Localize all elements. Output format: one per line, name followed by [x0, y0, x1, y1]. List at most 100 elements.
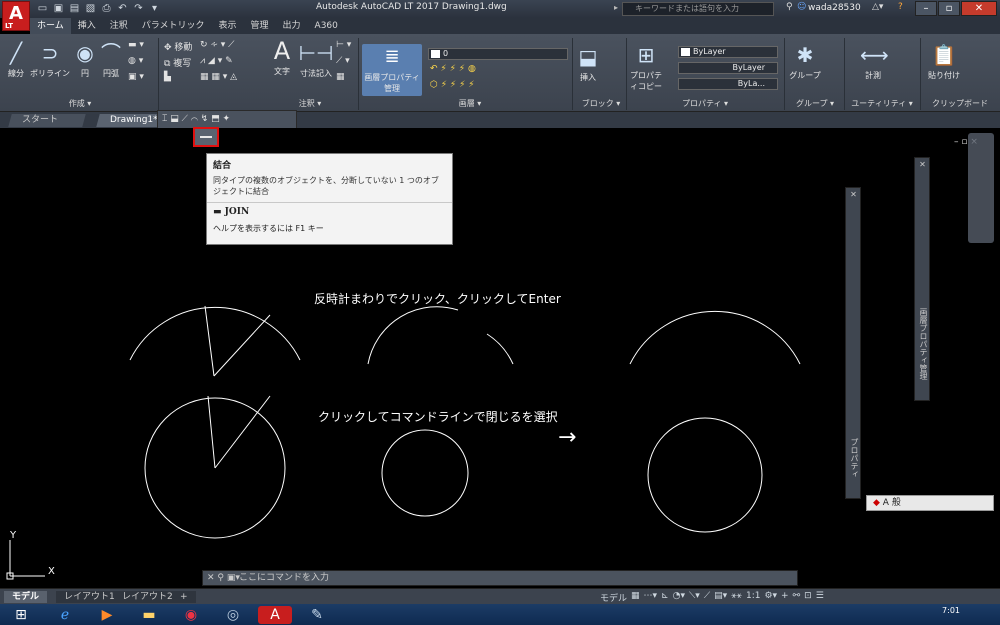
circle-button[interactable]: ◉ 円: [74, 40, 96, 79]
layer-palette[interactable]: ✕ 画層プロパティ管理: [914, 157, 930, 401]
cad-viewer-icon[interactable]: ◎: [216, 606, 250, 624]
binoculars-icon[interactable]: ⚲: [786, 2, 793, 12]
layout-tab-1[interactable]: レイアウト1: [56, 591, 123, 603]
properties-palette[interactable]: ✕ プロパティ: [845, 187, 861, 499]
properties-panel-label[interactable]: プロパティ ▾: [670, 98, 740, 109]
minimize-button[interactable]: –: [915, 1, 937, 16]
tab-start[interactable]: スタート: [8, 114, 86, 127]
search-input[interactable]: キーワードまたは語句を入力: [622, 2, 774, 16]
open-file-icon[interactable]: ▣: [52, 2, 65, 15]
color-dropdown[interactable]: ByLayer: [678, 46, 778, 58]
block-panel-label[interactable]: ブロック ▾: [576, 98, 626, 109]
navigation-bar[interactable]: [968, 133, 994, 243]
layer-tools-row1[interactable]: ↶ ⚡ ⚡ ⚡ ◍: [430, 64, 476, 74]
layer-properties-button[interactable]: ≣ 画層プロパティ管理: [362, 44, 422, 96]
close-button[interactable]: ✕: [961, 1, 997, 16]
annotation-scale[interactable]: 1:1: [746, 591, 760, 604]
hatch-icon[interactable]: ◍ ▾: [128, 56, 143, 66]
osnap-icon[interactable]: ⟍▾: [689, 591, 700, 604]
layer-tools-row2[interactable]: ⬡ ⚡ ⚡ ⚡ ⚡: [430, 80, 475, 90]
polar-icon[interactable]: ◔▾: [673, 591, 685, 604]
join-button[interactable]: [193, 127, 219, 147]
new-file-icon[interactable]: ▭: [36, 2, 49, 15]
mirror-icon[interactable]: ⩘ ◢ ▾ ✎: [200, 56, 233, 66]
group-panel-label[interactable]: グループ ▾: [788, 98, 842, 109]
annotate-panel-label[interactable]: 注釈 ▾: [290, 98, 330, 109]
modify-tools-row1[interactable]: ⌶ ⬓ ⟋ ⌒ ↯ ⬒ ✦: [162, 114, 230, 124]
tab-parametric[interactable]: パラメトリック: [135, 18, 212, 34]
tab-manage[interactable]: 管理: [244, 18, 276, 34]
rotate-icon[interactable]: ↻ ∻ ▾ ⟋: [200, 40, 234, 50]
dimension-button[interactable]: ⊢⊣ 寸法記入: [296, 40, 336, 79]
group-button[interactable]: ✱ グループ: [788, 42, 822, 81]
move-button[interactable]: ✥ 移動: [164, 40, 192, 53]
ime-toolbar[interactable]: ◆ A 般: [866, 495, 994, 511]
table-icon[interactable]: ▦: [336, 72, 345, 82]
match-properties-button[interactable]: ⊞ プロパティコピー: [628, 42, 664, 92]
ie-icon[interactable]: ℯ: [48, 606, 82, 624]
layer-panel-label[interactable]: 画層 ▾: [445, 98, 495, 109]
palette-close-icon[interactable]: ✕: [849, 190, 858, 199]
maximize-button[interactable]: ▫: [938, 1, 960, 16]
measure-button[interactable]: ⟷ 計測: [860, 42, 889, 81]
tab-home[interactable]: ホーム: [30, 18, 71, 34]
tab-drawing1[interactable]: Drawing1*: [96, 114, 164, 127]
draw-panel-label[interactable]: 作成 ▾: [50, 98, 110, 109]
user-icon[interactable]: ☺: [797, 2, 806, 12]
ortho-icon[interactable]: ⊾: [661, 591, 669, 604]
tab-annotate[interactable]: 注釈: [103, 18, 135, 34]
tab-output[interactable]: 出力: [276, 18, 308, 34]
stretch-icon[interactable]: ▙: [164, 72, 171, 82]
workspace-gear-icon[interactable]: ⚙▾: [764, 591, 777, 604]
app-menu-button[interactable]: A LT: [2, 1, 30, 31]
text-button[interactable]: A 文字: [268, 38, 296, 77]
plus-icon[interactable]: +: [781, 591, 789, 604]
snap-icon[interactable]: ⋯▾: [644, 591, 658, 604]
save-as-icon[interactable]: ▧: [84, 2, 97, 15]
clean-screen-icon[interactable]: ⊡: [804, 591, 812, 604]
palette-close-icon[interactable]: ✕: [918, 160, 927, 169]
autocad-task-icon[interactable]: A: [258, 606, 292, 624]
leader-icon[interactable]: ⊢ ▾: [336, 40, 351, 50]
undo-icon[interactable]: ↶: [116, 2, 129, 15]
command-line-input[interactable]: ✕ ⚲ ▣▾ ここにコマンドを入力: [202, 570, 798, 586]
qat-dropdown-icon[interactable]: ▾: [148, 2, 161, 15]
clock[interactable]: 7:01: [942, 606, 960, 615]
copy-button[interactable]: ⧉ 複写: [164, 56, 191, 69]
leader2-icon[interactable]: ⟋ ▾: [336, 56, 350, 66]
linetype-dropdown[interactable]: ByLayer: [678, 62, 778, 74]
exchange-icon[interactable]: △▾: [872, 2, 883, 12]
layer-dropdown[interactable]: 0: [428, 48, 568, 60]
save-icon[interactable]: ▤: [68, 2, 81, 15]
tab-a360[interactable]: A360: [308, 18, 345, 34]
chrome-icon[interactable]: ◉: [174, 606, 208, 624]
model-space-toggle[interactable]: モデル: [600, 591, 627, 604]
isolate-icon[interactable]: ⚯: [793, 591, 801, 604]
tab-insert[interactable]: 挿入: [71, 18, 103, 34]
layout-tab-add[interactable]: +: [172, 591, 196, 603]
search-arrow-icon[interactable]: ▸: [614, 3, 618, 12]
tab-view[interactable]: 表示: [212, 18, 244, 34]
paint-icon[interactable]: ✎: [300, 606, 334, 624]
annotation-scale-icon[interactable]: ⚹⚹: [731, 591, 742, 604]
otrack-icon[interactable]: ⟋: [704, 591, 710, 604]
polyline-button[interactable]: ⊃ ポリライン: [30, 40, 70, 79]
insert-block-button[interactable]: ⬓ 挿入: [576, 44, 600, 83]
command-line-icons[interactable]: ✕ ⚲ ▣▾: [207, 571, 240, 585]
rectangle-icon[interactable]: ▣ ▾: [128, 72, 144, 82]
arc-button[interactable]: ⌒ 円弧: [98, 40, 124, 79]
customize-icon[interactable]: ☰: [816, 591, 824, 604]
help-icon[interactable]: ?: [898, 2, 903, 12]
array-icon[interactable]: ▦ ▦ ▾ ◬: [200, 72, 237, 82]
explorer-icon[interactable]: ▬: [132, 606, 166, 624]
layout-tab-model[interactable]: モデル: [4, 591, 48, 603]
print-icon[interactable]: ⎙: [100, 2, 113, 15]
paste-button[interactable]: 📋 貼り付け: [924, 42, 964, 81]
utility-panel-label[interactable]: ユーティリティ ▾: [846, 98, 918, 109]
clipboard-panel-label[interactable]: クリップボード: [922, 98, 998, 109]
media-icon[interactable]: ▶: [90, 606, 124, 624]
layout-tab-2[interactable]: レイアウト2: [114, 591, 181, 603]
redo-icon[interactable]: ↷: [132, 2, 145, 15]
grid-icon[interactable]: ▦: [631, 591, 640, 604]
lineweight-toggle-icon[interactable]: ▤▾: [714, 591, 727, 604]
